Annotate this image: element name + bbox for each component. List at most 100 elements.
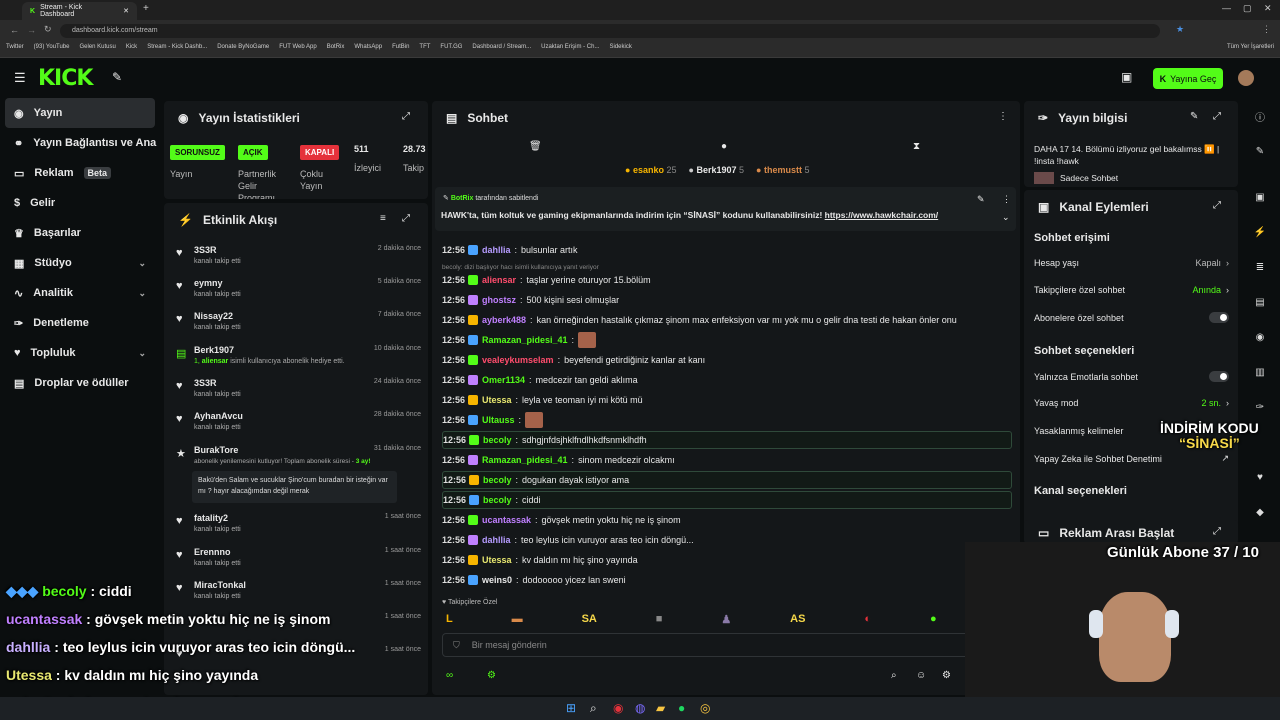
chat-message[interactable]: 12:56 ucantassak: gövşek metin yoktu hiç n… <box>442 511 1012 529</box>
message-username[interactable]: Utessa <box>482 555 512 565</box>
chat-input[interactable]: ⛉ Bir mesaj gönderin <box>442 633 1006 657</box>
chat-message[interactable]: 12:56 weins0: dodooooo yicez lan sweni <box>442 571 1012 589</box>
message-username[interactable]: becoly <box>483 435 512 445</box>
chat-message[interactable]: 12:56 dahllia: bulsunlar artık <box>442 241 1012 259</box>
chat-message[interactable]: 12:56 Ramazan_pidesi_41: sinom medcezir ol… <box>442 451 1012 469</box>
bookmark-star-icon[interactable]: ★ <box>1176 24 1184 35</box>
edit-icon[interactable]: ✎ <box>1190 111 1198 122</box>
sidebar-item-analitik[interactable]: ∿ Analitik ⌄ <box>0 278 160 308</box>
message-username[interactable]: Ramazan_pidesi_41 <box>482 335 568 345</box>
close-window-icon[interactable]: ✕ <box>1264 3 1272 14</box>
bookmark[interactable]: FutBin <box>392 44 409 55</box>
chat-message[interactable]: 12:56 becoly: dogukan dayak istiyor ama <box>442 471 1012 489</box>
event-item[interactable]: ♥ Erennno kanalı takip etti 1 saat önce <box>176 547 421 575</box>
expand-icon[interactable]: ⤢ <box>1213 111 1221 122</box>
message-username[interactable]: aliensar <box>482 275 516 285</box>
pin-icon[interactable]: ✎ <box>112 70 122 84</box>
points-icon[interactable]: ∞ <box>446 670 453 681</box>
message-username[interactable]: Ultauss <box>482 415 515 425</box>
radio-icon[interactable]: ◉ <box>1240 322 1280 352</box>
expand-icon[interactable]: ⤢ <box>1213 200 1221 211</box>
sidebar-item-basarilar[interactable]: ♛ Başarılar <box>0 218 160 248</box>
unpin-icon[interactable]: ✎ <box>977 194 985 205</box>
expand-icon[interactable]: ⤢ <box>402 111 410 122</box>
event-username[interactable]: Erennno <box>194 547 231 557</box>
pinned-link[interactable]: https://www.hawkchair.com/ <box>825 210 939 220</box>
emote-only-toggle[interactable] <box>1209 371 1229 382</box>
emoji-icon[interactable]: ☺ <box>916 670 926 681</box>
sidebar-item-denetleme[interactable]: ✑ Denetleme <box>0 308 160 338</box>
close-tab-icon[interactable]: ✕ <box>123 7 129 15</box>
chat-message[interactable]: 12:56 Utessa: leyla ve teoman iyi mi kötü … <box>442 391 1012 409</box>
bookmark[interactable]: Dashboard / Stream... <box>472 44 531 55</box>
event-item[interactable]: ♥ fatality2 kanalı takip etti 1 saat önce <box>176 513 421 541</box>
filter-icon[interactable]: ≡ <box>380 213 386 224</box>
bookmark[interactable]: Twitter <box>6 44 24 55</box>
hourglass-icon[interactable]: ⧗ <box>913 141 920 152</box>
chrome-icon[interactable]: ◎ <box>700 701 710 715</box>
bookmark[interactable]: Kick <box>126 44 137 55</box>
setting-ai-moderation[interactable]: Yapay Zeka ile Sohbet Denetimi ↗ <box>1034 453 1229 464</box>
message-username[interactable]: vealeykumselam <box>482 355 554 365</box>
top-gifter-3[interactable]: ● themustt 5 <box>756 165 809 175</box>
message-username[interactable]: dahllia <box>482 245 511 255</box>
event-username[interactable]: AyhanAvcu <box>194 411 243 421</box>
emote[interactable]: L <box>446 613 453 625</box>
minimize-icon[interactable]: — <box>1222 3 1231 13</box>
event-username[interactable]: fatality2 <box>194 513 228 523</box>
avatar[interactable] <box>1238 70 1254 86</box>
settings-gear-icon[interactable]: ⚙ <box>487 670 496 681</box>
save-icon[interactable]: ▥ <box>1240 357 1280 387</box>
message-username[interactable]: ucantassak <box>482 515 531 525</box>
multiview-icon[interactable]: ▣ <box>1121 70 1132 84</box>
message-username[interactable]: becoly <box>483 495 512 505</box>
event-item[interactable]: ♥ 3S3R kanalı takip etti 24 dakika önce <box>176 378 421 406</box>
event-item[interactable]: ♥ 3S3R kanalı takip etti 2 dakika önce <box>176 245 421 273</box>
sidebar-item-droplar[interactable]: ▤ Droplar ve ödüller <box>0 368 160 398</box>
discord-icon[interactable]: ◍ <box>635 701 645 715</box>
go-live-button[interactable]: K Yayına Geç <box>1153 68 1223 89</box>
sidebar-item-stream-key[interactable]: ⚭ Yayın Bağlantısı ve Anahtarı <box>0 128 160 158</box>
url-field[interactable]: dashboard.kick.com/stream <box>60 24 1160 38</box>
emote[interactable]: ▬ <box>512 613 523 625</box>
sidebar-item-yayin[interactable]: ◉ Yayın <box>5 98 155 128</box>
gift-recipient[interactable]: aliensar <box>202 358 228 365</box>
maximize-icon[interactable]: ▢ <box>1243 3 1252 14</box>
expand-icon[interactable]: ⤢ <box>402 213 410 224</box>
kick-logo[interactable]: KICK <box>38 66 93 91</box>
back-icon[interactable]: ← <box>10 25 19 35</box>
sidebar-item-gelir[interactable]: $ Gelir <box>0 188 160 218</box>
forward-icon[interactable]: → <box>27 25 36 35</box>
message-username[interactable]: ghostsz <box>482 295 516 305</box>
event-item[interactable]: ♥ MiracTonkal kanalı takip etti 1 saat önce <box>176 580 421 608</box>
emote[interactable]: ● <box>930 613 937 625</box>
windows-start-icon[interactable]: ⊞ <box>566 701 576 715</box>
expand-icon[interactable]: ⤢ <box>1213 526 1221 537</box>
event-username[interactable]: BurakTore <box>194 445 238 455</box>
sidebar-item-topluluk[interactable]: ♥ Topluluk ⌄ <box>0 338 160 368</box>
speech-bubble-icon[interactable]: ● <box>721 141 727 152</box>
list-icon[interactable]: ≣ <box>1240 252 1280 282</box>
event-username[interactable]: Nissay22 <box>194 311 233 321</box>
folder-icon[interactable]: ▰ <box>656 701 665 715</box>
event-username[interactable]: 3S3R <box>194 378 217 388</box>
chevron-down-icon[interactable]: ⌄ <box>1002 212 1010 223</box>
event-item[interactable]: ♥ eymny kanalı takip etti 5 dakika önce <box>176 278 421 306</box>
chat-message[interactable]: 12:56 Ramazan_pidesi_41: <box>442 331 1012 349</box>
more-options-icon[interactable]: ⋮ <box>1002 194 1011 205</box>
broadcast-icon[interactable]: ▣ <box>1240 182 1280 212</box>
info-icon[interactable]: ⓘ <box>1240 101 1280 131</box>
emote[interactable]: ■ <box>656 613 663 625</box>
setting-followers-only[interactable]: Takipçilere özel sohbet Anında › <box>1034 285 1229 295</box>
trash-icon[interactable]: 🗑 <box>529 141 542 152</box>
event-item[interactable]: ♥ Nissay22 kanalı takip etti 7 dakika önce <box>176 311 421 339</box>
message-username[interactable]: Omer1134 <box>482 375 525 385</box>
search-icon[interactable]: ⌕ <box>590 701 597 716</box>
browser-tab[interactable]: K Stream - Kick Dashboard ✕ <box>22 2 137 20</box>
emote[interactable]: SA <box>582 613 597 625</box>
bookmark[interactable]: Sidekick <box>609 44 631 55</box>
top-gifter-1[interactable]: ● esanko 25 <box>625 165 677 175</box>
spotify-icon[interactable]: ● <box>678 701 685 715</box>
subscribers-only-toggle[interactable] <box>1209 312 1229 323</box>
bookmark[interactable]: Uzaktan Erişim - Ch... <box>541 44 599 55</box>
